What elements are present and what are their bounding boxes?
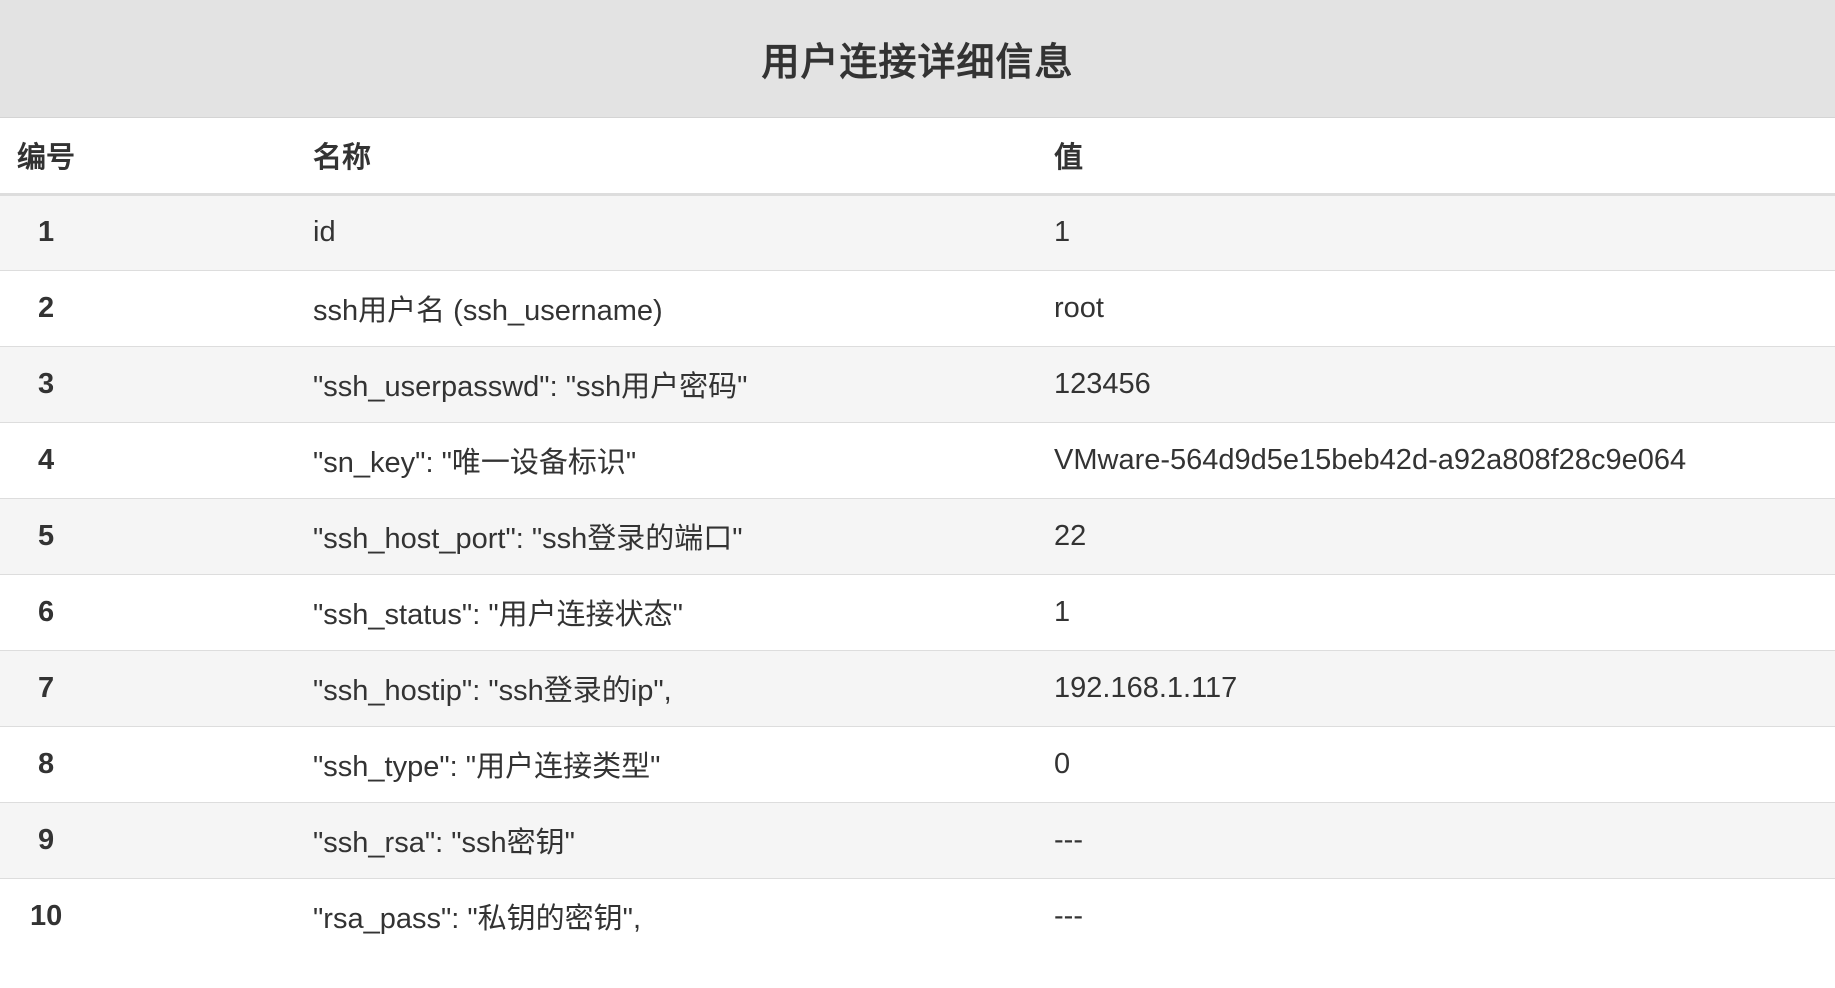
- row-value: 1: [1054, 573, 1835, 650]
- row-number: 1: [38, 216, 55, 248]
- row-number: 5: [0, 497, 313, 574]
- table-row: 7 "ssh_hostip": "ssh登录的ip", 192.168.1.11…: [0, 649, 1835, 726]
- row-number: 6: [0, 573, 313, 650]
- row-value: 123456: [1054, 345, 1835, 422]
- table-row: 6 "ssh_status": "用户连接状态" 1: [0, 573, 1835, 650]
- table-row: 4 "sn_key": "唯一设备标识" VMware-564d9d5e15be…: [0, 421, 1835, 498]
- row-value: 0: [1054, 725, 1835, 802]
- table-row: 2 ssh用户名 (ssh_username) root: [0, 269, 1835, 346]
- table-body: 1 id 1 2 ssh用户名 (ssh_username) root 3 "s…: [0, 194, 1835, 954]
- row-name: "ssh_userpasswd": "ssh用户密码": [313, 345, 1054, 422]
- row-name: "ssh_host_port": "ssh登录的端口": [313, 497, 1054, 574]
- row-name: "ssh_status": "用户连接状态": [313, 573, 1054, 650]
- column-header-num: 编号: [0, 118, 313, 196]
- table-row: 8 "ssh_type": "用户连接类型" 0: [0, 725, 1835, 802]
- row-name: id: [313, 216, 336, 248]
- row-number: 9: [0, 801, 313, 878]
- table-header: 编号 名称 值: [0, 118, 1835, 196]
- row-value: VMware-564d9d5e15beb42d-a92a808f28c9e064: [1054, 421, 1835, 498]
- row-value: root: [1054, 269, 1835, 346]
- connection-detail-panel: 用户连接详细信息 编号 名称 值 1 id 1 2 ssh用户名 (ssh_us…: [0, 0, 1835, 988]
- table-header-row: 编号 名称 值: [0, 118, 1835, 196]
- row-number: 3: [0, 345, 313, 422]
- panel-header: 用户连接详细信息: [0, 0, 1835, 118]
- row-name: "ssh_rsa": "ssh密钥": [313, 801, 1054, 878]
- row-number: 7: [0, 649, 313, 726]
- panel-title: 用户连接详细信息: [761, 42, 1074, 84]
- row-name: "ssh_hostip": "ssh登录的ip",: [313, 649, 1054, 726]
- row-number: 4: [0, 421, 313, 498]
- row-value: ---: [1054, 877, 1835, 954]
- row-name: "ssh_type": "用户连接类型": [313, 725, 1054, 802]
- row-number: 2: [0, 269, 313, 346]
- row-number: 8: [0, 725, 313, 802]
- table-row: 5 "ssh_host_port": "ssh登录的端口" 22: [0, 497, 1835, 574]
- row-number: 10: [0, 877, 313, 954]
- row-value: 22: [1054, 497, 1835, 574]
- row-value: 1: [1054, 216, 1071, 248]
- table-row: 9 "ssh_rsa": "ssh密钥" ---: [0, 801, 1835, 878]
- row-name: "rsa_pass": "私钥的密钥",: [313, 877, 1054, 954]
- column-header-name: 名称: [313, 118, 1054, 196]
- row-value: 192.168.1.117: [1054, 649, 1835, 726]
- detail-table: 编号 名称 值 1 id 1 2 ssh用户名 (ssh_username) r…: [0, 118, 1835, 954]
- table-row: 1 id 1: [0, 194, 1835, 270]
- row-name: ssh用户名 (ssh_username): [313, 269, 1054, 346]
- column-header-value: 值: [1054, 118, 1835, 196]
- row-name: "sn_key": "唯一设备标识": [313, 421, 1054, 498]
- table-row: 10 "rsa_pass": "私钥的密钥", ---: [0, 877, 1835, 954]
- row-value: ---: [1054, 801, 1835, 878]
- table-row: 3 "ssh_userpasswd": "ssh用户密码" 123456: [0, 345, 1835, 422]
